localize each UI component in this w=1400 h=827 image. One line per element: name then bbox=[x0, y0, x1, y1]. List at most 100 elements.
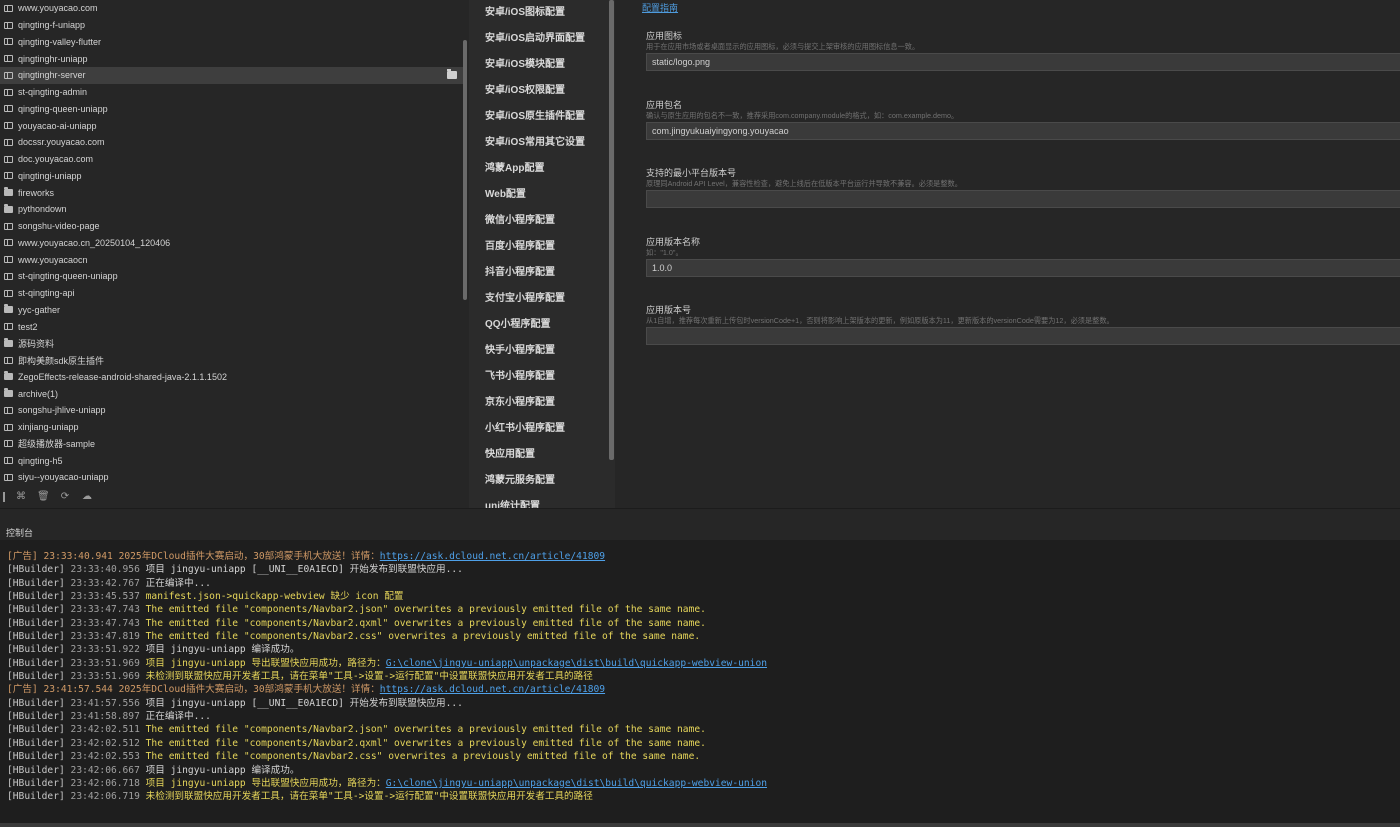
console-text: 未检测到联盟快应用开发者工具，请在菜单"工具->设置->运行配置"中设置联盟快应… bbox=[145, 791, 593, 803]
tree-item[interactable]: st-qingting-admin bbox=[0, 84, 463, 101]
tree-item-label: 即构美颜sdk原生插件 bbox=[18, 355, 105, 366]
config-nav-item[interactable]: 飞书小程序配置 bbox=[469, 364, 615, 390]
config-nav-item[interactable]: 安卓/iOS原生插件配置 bbox=[469, 104, 615, 130]
open-folder-icon[interactable] bbox=[447, 69, 457, 79]
console-text: 项目 jingyu-uniapp [__UNI__E0A1ECD] 开始发布到联… bbox=[145, 697, 463, 709]
tree-item[interactable]: 即构美颜sdk原生插件 bbox=[0, 352, 463, 369]
console-text: The emitted file "components/Navbar2.jso… bbox=[145, 604, 706, 616]
tree-item[interactable]: yyc-gather bbox=[0, 302, 463, 319]
tree-item[interactable]: youyacao-ai-uniapp bbox=[0, 117, 463, 134]
console-link[interactable]: G:\clone\jingyu-uniapp\unpackage\dist\bu… bbox=[386, 778, 767, 789]
tree-item[interactable]: www.youyacaocn bbox=[0, 251, 463, 268]
config-nav-item[interactable]: uni统计配置 bbox=[469, 494, 615, 508]
tree-item[interactable]: songshu-video-page bbox=[0, 218, 463, 235]
tree-item[interactable]: test2 bbox=[0, 318, 463, 335]
tree-item[interactable]: st-qingting-api bbox=[0, 285, 463, 302]
console-text: 23:33:45.537 bbox=[70, 591, 146, 603]
config-nav-item[interactable]: 安卓/iOS模块配置 bbox=[469, 52, 615, 78]
config-nav-item[interactable]: 快应用配置 bbox=[469, 442, 615, 468]
console-text: [HBuilder] bbox=[7, 751, 71, 763]
tree-item[interactable]: qingtinghr-server bbox=[0, 67, 463, 84]
config-nav-item[interactable]: 鸿蒙App配置 bbox=[469, 156, 615, 182]
config-guide-link[interactable]: 配置指南 bbox=[642, 1, 678, 14]
console-text: 23:33:42.767 bbox=[70, 577, 146, 589]
config-nav-item[interactable]: 安卓/iOS常用其它设置 bbox=[469, 130, 615, 156]
console-text: 2025年DCloud插件大赛启动，30部鸿蒙手机大放送！详情： bbox=[118, 684, 380, 696]
quickapp-config-form: 配置指南 应用图标 用于在应用市场或者桌面显示的应用图标，必须与提交上架审核的应用… bbox=[615, 0, 1400, 508]
config-nav-item[interactable]: 支付宝小程序配置 bbox=[469, 286, 615, 312]
field-input[interactable] bbox=[646, 53, 1400, 71]
graph-icon[interactable]: ⌘ bbox=[15, 491, 27, 503]
config-nav-item[interactable]: 安卓/iOS图标配置 bbox=[469, 0, 615, 26]
tree-item[interactable]: qingtinghr-uniapp bbox=[0, 50, 463, 67]
tree-item[interactable]: xinjiang-uniapp bbox=[0, 419, 463, 436]
config-nav-item[interactable]: 百度小程序配置 bbox=[469, 234, 615, 260]
field-input[interactable] bbox=[646, 327, 1400, 345]
tree-item[interactable]: www.youyacao.com bbox=[0, 0, 463, 17]
project-icon bbox=[4, 256, 13, 264]
config-nav-item[interactable]: 小红书小程序配置 bbox=[469, 416, 615, 442]
config-nav-item[interactable]: QQ小程序配置 bbox=[469, 312, 615, 338]
tree-item[interactable]: doc.youyacao.com bbox=[0, 151, 463, 168]
trash-icon[interactable]: 🗑 bbox=[37, 491, 50, 503]
console-text: 23:41:57.544 bbox=[43, 684, 119, 696]
tab-console[interactable]: 控制台 bbox=[6, 526, 33, 539]
tree-item-label: qingtinghr-server bbox=[18, 70, 86, 81]
form-field: 应用包名 确认与原生应用的包名不一致，推荐采用com.company.module… bbox=[646, 100, 1400, 140]
config-nav-item[interactable]: 安卓/iOS权限配置 bbox=[469, 78, 615, 104]
config-nav-item[interactable]: Web配置 bbox=[469, 182, 615, 208]
tree-item-label: docssr.youyacao.com bbox=[18, 137, 105, 148]
tree-item[interactable]: qingting-valley-flutter bbox=[0, 34, 463, 51]
tree-item[interactable]: fireworks bbox=[0, 184, 463, 201]
folder-icon bbox=[4, 203, 13, 213]
console-link[interactable]: https://ask.dcloud.net.cn/article/41809 bbox=[380, 551, 605, 562]
field-input[interactable] bbox=[646, 122, 1400, 140]
field-input[interactable] bbox=[646, 190, 1400, 208]
config-nav-item[interactable]: 微信小程序配置 bbox=[469, 208, 615, 234]
config-nav-scrollbar[interactable] bbox=[609, 0, 614, 460]
tree-item[interactable]: qingting-h5 bbox=[0, 452, 463, 469]
console-line: [HBuilder] 23:42:02.512 The emitted file… bbox=[7, 737, 1400, 750]
console-text: 23:33:51.922 bbox=[70, 644, 146, 656]
tree-item[interactable]: siyu--youyacao-uniapp bbox=[0, 469, 463, 484]
console-header: 控制台 bbox=[0, 508, 1400, 541]
project-tree-scrollbar[interactable] bbox=[463, 40, 467, 300]
tree-item[interactable]: archive(1) bbox=[0, 385, 463, 402]
cloud-icon[interactable]: ☁ bbox=[81, 491, 93, 503]
field-label: 支持的最小平台版本号 bbox=[646, 168, 737, 178]
tree-item[interactable]: st-qingting-queen-uniapp bbox=[0, 268, 463, 285]
tree-item[interactable]: docssr.youyacao.com bbox=[0, 134, 463, 151]
console-text: 23:33:51.969 bbox=[70, 671, 146, 683]
console-text: 23:41:58.897 bbox=[70, 711, 146, 723]
project-icon bbox=[4, 4, 13, 12]
tree-item[interactable]: 超级播放器-sample bbox=[0, 436, 463, 453]
tree-item-label: qingting-queen-uniapp bbox=[18, 103, 108, 114]
tree-item[interactable]: songshu-jhlive-uniapp bbox=[0, 402, 463, 419]
tree-item[interactable]: qingtingi-uniapp bbox=[0, 168, 463, 185]
config-nav-item[interactable]: 快手小程序配置 bbox=[469, 338, 615, 364]
field-input[interactable] bbox=[646, 259, 1400, 277]
project-icon bbox=[4, 88, 13, 96]
console-text: 23:33:40.956 bbox=[70, 564, 146, 576]
console-link[interactable]: G:\clone\jingyu-uniapp\unpackage\dist\bu… bbox=[386, 658, 767, 669]
project-tree-toolbar: ⌘ 🗑 ⟳ ☁ bbox=[0, 486, 469, 508]
tree-item[interactable]: qingting-queen-uniapp bbox=[0, 101, 463, 118]
tree-item[interactable]: pythondown bbox=[0, 201, 463, 218]
console-line: [HBuilder] 23:41:58.897 正在编译中... bbox=[7, 710, 1400, 723]
console-text: [HBuilder] bbox=[7, 617, 71, 629]
console-output[interactable]: [广告] 23:33:40.941 2025年DCloud插件大赛启动，30部鸿… bbox=[0, 540, 1400, 823]
refresh-icon[interactable]: ⟳ bbox=[59, 491, 71, 503]
tree-item-label: songshu-jhlive-uniapp bbox=[18, 405, 106, 416]
tree-item[interactable]: 源码资料 bbox=[0, 335, 463, 352]
config-nav-item[interactable]: 安卓/iOS启动界面配置 bbox=[469, 26, 615, 52]
tree-item[interactable]: ZegoEffects-release-android-shared-java-… bbox=[0, 369, 463, 386]
tree-item[interactable]: qingting-f-uniapp bbox=[0, 17, 463, 34]
console-link[interactable]: https://ask.dcloud.net.cn/article/41809 bbox=[380, 684, 605, 695]
tree-item[interactable]: www.youyacao.cn_20250104_120406 bbox=[0, 235, 463, 252]
config-nav-item[interactable]: 抖音小程序配置 bbox=[469, 260, 615, 286]
config-nav-item[interactable]: 京东小程序配置 bbox=[469, 390, 615, 416]
config-nav-item[interactable]: 鸿蒙元服务配置 bbox=[469, 468, 615, 494]
tree-item-label: xinjiang-uniapp bbox=[18, 422, 79, 433]
console-text: 23:33:51.969 bbox=[70, 657, 146, 669]
field-description: 如："1.0"。 bbox=[646, 248, 683, 257]
